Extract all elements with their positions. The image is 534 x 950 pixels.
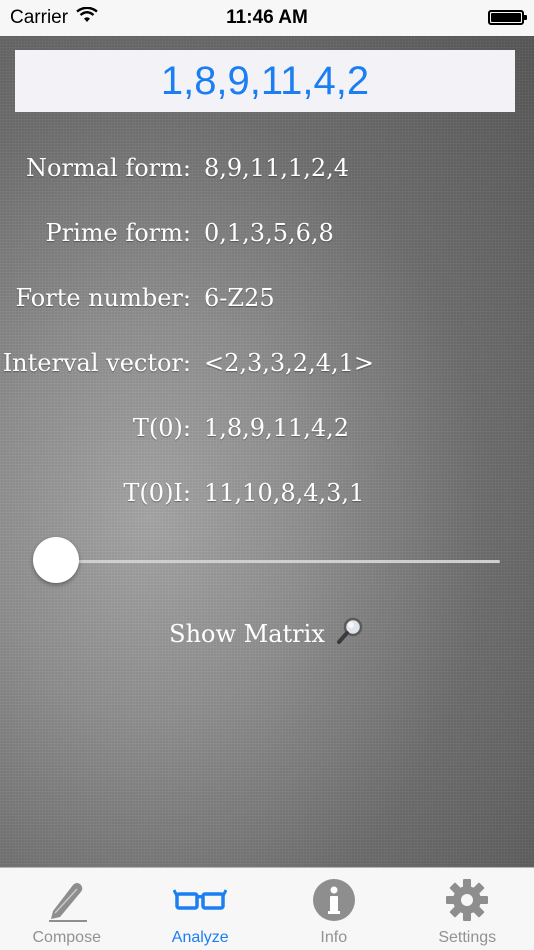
glasses-icon xyxy=(134,876,268,924)
t0-label: T(0): xyxy=(132,414,191,442)
pitch-set-input[interactable]: 1,8,9,11,4,2 xyxy=(15,50,515,112)
status-bar: Carrier 11:46 AM xyxy=(0,0,534,36)
tab-info[interactable]: Info xyxy=(267,868,401,950)
tab-compose[interactable]: Compose xyxy=(0,868,134,950)
normal-form-label: Normal form: xyxy=(26,154,191,182)
interval-vector-label: Interval vector: xyxy=(2,349,191,377)
tab-settings[interactable]: Settings xyxy=(401,868,534,950)
t0-value: 1,8,9,11,4,2 xyxy=(204,414,350,442)
analyze-view: 1,8,9,11,4,2 Normal form: 8,9,11,1,2,4 P… xyxy=(0,36,534,867)
pitch-set-value: 1,8,9,11,4,2 xyxy=(160,58,370,103)
show-matrix-label: Show Matrix xyxy=(169,620,325,648)
t0i-label: T(0)I: xyxy=(123,479,191,507)
t0i-value: 11,10,8,4,3,1 xyxy=(204,479,365,507)
status-time: 11:46 AM xyxy=(226,7,308,28)
magnifier-icon xyxy=(335,616,365,652)
t0-row: T(0): 1,8,9,11,4,2 xyxy=(0,414,534,450)
pen-icon xyxy=(0,876,134,924)
tab-settings-label: Settings xyxy=(438,929,497,946)
normal-form-value: 8,9,11,1,2,4 xyxy=(204,154,350,182)
slider-thumb[interactable] xyxy=(33,537,79,583)
show-matrix-button[interactable]: Show Matrix xyxy=(0,616,534,652)
normal-form-row: Normal form: 8,9,11,1,2,4 xyxy=(0,154,534,190)
tab-analyze-label: Analyze xyxy=(171,929,229,946)
forte-number-row: Forte number: 6-Z25 xyxy=(0,284,534,320)
interval-vector-value: <2,3,3,2,4,1> xyxy=(204,349,374,377)
prime-form-value: 0,1,3,5,6,8 xyxy=(204,219,334,247)
gear-icon xyxy=(401,876,534,924)
t0i-row: T(0)I: 11,10,8,4,3,1 xyxy=(0,479,534,515)
tab-bar: Compose Analyze Info Settings xyxy=(0,867,534,950)
interval-vector-row: Interval vector: <2,3,3,2,4,1> xyxy=(0,349,534,385)
transposition-slider[interactable] xyxy=(56,560,500,563)
info-icon xyxy=(267,876,401,924)
prime-form-row: Prime form: 0,1,3,5,6,8 xyxy=(0,219,534,255)
tab-analyze[interactable]: Analyze xyxy=(134,868,268,950)
prime-form-label: Prime form: xyxy=(45,219,191,247)
battery-icon xyxy=(488,10,527,25)
tab-compose-label: Compose xyxy=(32,929,101,946)
tab-info-label: Info xyxy=(320,929,348,946)
forte-number-label: Forte number: xyxy=(15,284,191,312)
forte-number-value: 6-Z25 xyxy=(204,284,275,312)
